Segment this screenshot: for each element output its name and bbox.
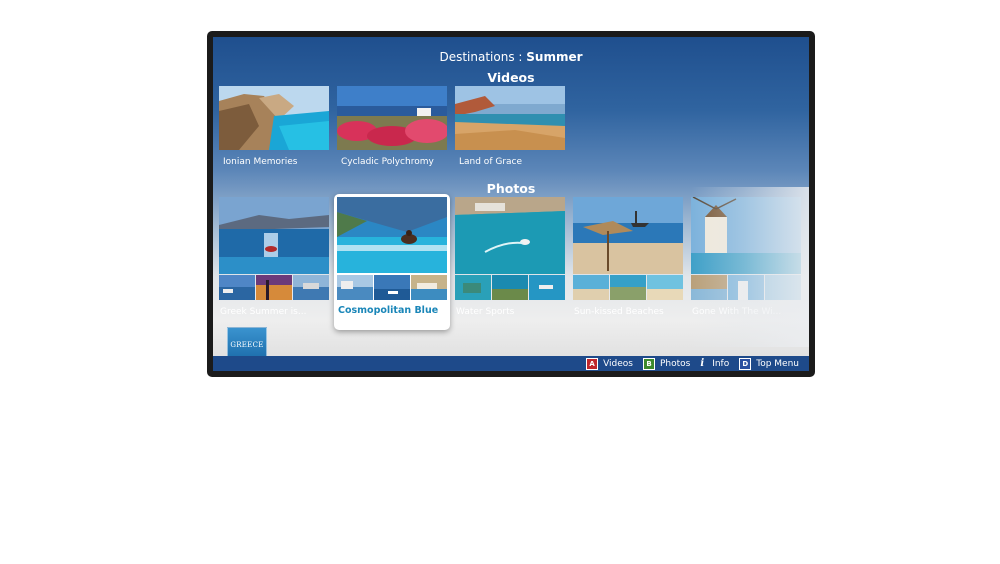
blue-key-icon: D — [739, 357, 752, 370]
video-thumb-ionian[interactable] — [219, 86, 329, 150]
photo-thumb — [374, 275, 410, 300]
photo-main-image — [337, 197, 447, 273]
photo-thumb — [256, 275, 292, 300]
photo-thumb — [691, 275, 727, 300]
photo-main-image — [691, 197, 801, 274]
photo-thumb — [529, 275, 565, 300]
photo-label: Greek Summer is... — [220, 307, 307, 317]
red-key-icon: A — [586, 357, 599, 370]
bottom-item-photos[interactable]: B Photos — [643, 357, 691, 370]
bottom-item-info[interactable]: i Info — [700, 358, 729, 369]
photo-thumb — [728, 275, 764, 300]
title-name: Summer — [526, 50, 583, 64]
photo-thumb — [337, 275, 373, 300]
photo-thumb — [219, 275, 255, 300]
photo-thumb — [293, 275, 329, 300]
photo-label: Sun-kissed Beaches — [574, 307, 664, 317]
photo-thumb — [455, 275, 491, 300]
photo-thumb — [411, 275, 447, 300]
photo-thumb — [610, 275, 646, 300]
video-image-ionian — [219, 86, 329, 150]
video-label: Cycladic Polychromy — [341, 157, 434, 167]
bottom-item-label: Top Menu — [756, 358, 799, 369]
video-thumb-land-of-grace[interactable] — [455, 86, 565, 150]
info-icon: i — [700, 358, 705, 369]
title-prefix: Destinations : — [439, 50, 527, 64]
photo-label: Gone With The Wi... — [692, 307, 782, 317]
videos-heading: Videos — [487, 70, 535, 85]
photo-thumb — [647, 275, 683, 300]
bottom-menu-bar: A Videos B Photos i Info D Top Menu — [213, 356, 809, 371]
photo-thumb — [492, 275, 528, 300]
bottom-item-label: Photos — [660, 358, 691, 369]
video-label: Ionian Memories — [223, 157, 298, 167]
video-image-land-of-grace — [455, 86, 565, 150]
bottom-item-label: Info — [712, 358, 730, 369]
photo-card-cosmopolitan-blue[interactable]: Cosmopolitan Blue — [334, 194, 450, 330]
bottom-item-label: Videos — [603, 358, 633, 369]
photos-heading: Photos — [486, 181, 536, 196]
photo-main-image — [455, 197, 565, 274]
video-label: Land of Grace — [459, 157, 523, 167]
bottom-item-top-menu[interactable]: D Top Menu — [739, 357, 799, 370]
page-title: Destinations : Summer — [213, 50, 809, 64]
green-key-icon: B — [643, 357, 655, 370]
photo-label: Water Sports — [456, 307, 515, 317]
photo-label: Cosmopolitan Blue — [338, 305, 439, 316]
video-image-cycladic — [337, 86, 447, 150]
photo-thumb — [573, 275, 609, 300]
photo-thumb — [765, 275, 801, 300]
tv-frame: Destinations : Summer Videos Ionian Memo… — [207, 31, 815, 377]
photo-main-image — [219, 197, 329, 274]
video-thumb-cycladic[interactable] — [337, 86, 447, 150]
tv-screen: Destinations : Summer Videos Ionian Memo… — [213, 37, 809, 371]
bottom-item-videos[interactable]: A Videos — [586, 357, 633, 370]
photo-main-image — [573, 197, 683, 274]
